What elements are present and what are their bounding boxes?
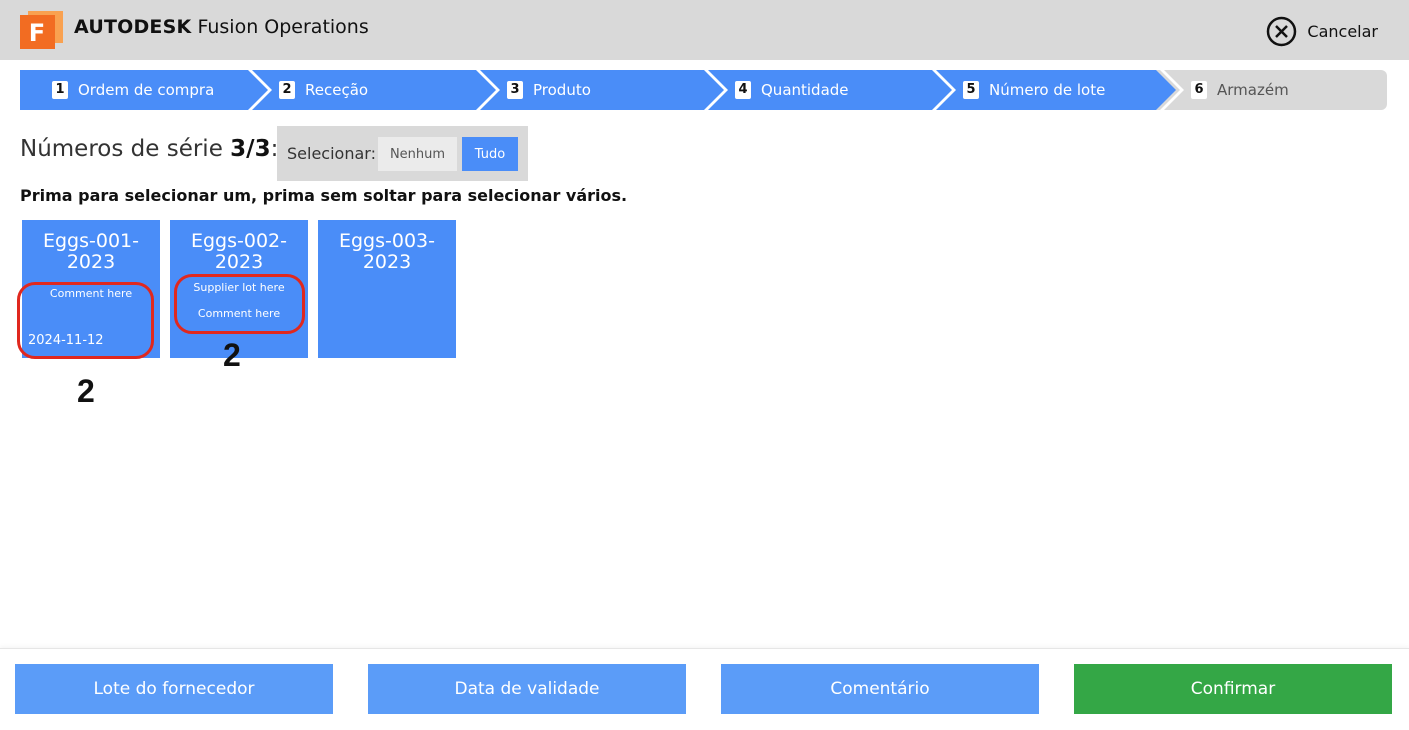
step-number: 3 bbox=[507, 81, 523, 99]
step-purchase-order[interactable]: 1 Ordem de compra bbox=[52, 70, 214, 110]
brand-name: AUTODESK bbox=[74, 16, 192, 38]
expiry-date-button[interactable]: Data de validade bbox=[368, 664, 686, 714]
confirm-button[interactable]: Confirmar bbox=[1074, 664, 1392, 714]
wizard-stepper: 1 Ordem de compra 2 Receção 3 Produto 4 … bbox=[20, 70, 1387, 110]
action-footer: Lote do fornecedor Data de validade Come… bbox=[0, 648, 1409, 730]
serial-name-line1: Eggs-001- bbox=[42, 230, 139, 252]
step-number: 5 bbox=[963, 81, 979, 99]
serial-name-line1: Eggs-002- bbox=[190, 230, 287, 252]
step-label: Ordem de compra bbox=[78, 81, 215, 99]
serial-tile[interactable]: Eggs-003- 2023 bbox=[318, 220, 456, 358]
step-lot-number[interactable]: 5 Número de lote bbox=[963, 70, 1105, 110]
cancel-label: Cancelar bbox=[1307, 21, 1378, 41]
selection-instruction: Prima para selecionar um, prima sem solt… bbox=[20, 186, 628, 205]
select-label: Selecionar: bbox=[287, 144, 376, 163]
fusion-logo-icon: F bbox=[20, 11, 63, 49]
supplier-lot-button[interactable]: Lote do fornecedor bbox=[15, 664, 333, 714]
step-quantity[interactable]: 4 Quantidade bbox=[735, 70, 849, 110]
serial-numbers-title: Números de série 3/3: bbox=[20, 136, 278, 162]
step-label: Produto bbox=[533, 81, 591, 99]
step-label: Número de lote bbox=[989, 81, 1106, 99]
serial-name: Eggs-001- 2023 bbox=[22, 231, 160, 273]
step-number: 6 bbox=[1191, 81, 1207, 99]
serial-name-line2: 2023 bbox=[214, 251, 264, 273]
app-header: F AUTODESK Fusion Operations Cancelar bbox=[0, 0, 1409, 60]
product-name: Fusion Operations bbox=[197, 16, 369, 38]
step-number: 2 bbox=[279, 81, 295, 99]
step-warehouse: 6 Armazém bbox=[1191, 70, 1289, 110]
step-label: Quantidade bbox=[761, 81, 849, 99]
annotation-number: 2 bbox=[223, 337, 241, 373]
stepper-background bbox=[20, 70, 1387, 110]
app-title: AUTODESK Fusion Operations bbox=[74, 16, 369, 38]
cancel-button[interactable]: Cancelar bbox=[1266, 16, 1378, 46]
serial-name: Eggs-003- 2023 bbox=[318, 231, 456, 273]
annotation-highlight-oval bbox=[174, 274, 305, 334]
svg-text:F: F bbox=[29, 19, 45, 47]
selection-toolbar: Selecionar: Nenhum Tudo bbox=[277, 126, 528, 181]
step-product[interactable]: 3 Produto bbox=[507, 70, 591, 110]
select-none-button[interactable]: Nenhum bbox=[378, 137, 457, 171]
step-number: 4 bbox=[735, 81, 751, 99]
close-circle-icon bbox=[1267, 16, 1297, 46]
serial-count: 3/3 bbox=[230, 136, 271, 162]
step-number: 1 bbox=[52, 81, 68, 99]
annotation-number: 2 bbox=[77, 373, 95, 409]
serial-name: Eggs-002- 2023 bbox=[170, 231, 308, 273]
serial-name-line1: Eggs-003- bbox=[338, 230, 435, 252]
comment-button[interactable]: Comentário bbox=[721, 664, 1039, 714]
step-label: Receção bbox=[305, 81, 369, 99]
serial-title-text: Números de série bbox=[20, 136, 223, 162]
serial-name-line2: 2023 bbox=[362, 251, 412, 273]
step-reception[interactable]: 2 Receção bbox=[279, 70, 368, 110]
step-label: Armazém bbox=[1217, 81, 1289, 99]
serial-name-line2: 2023 bbox=[66, 251, 116, 273]
annotation-highlight-oval bbox=[17, 282, 154, 359]
select-all-button[interactable]: Tudo bbox=[462, 137, 518, 171]
